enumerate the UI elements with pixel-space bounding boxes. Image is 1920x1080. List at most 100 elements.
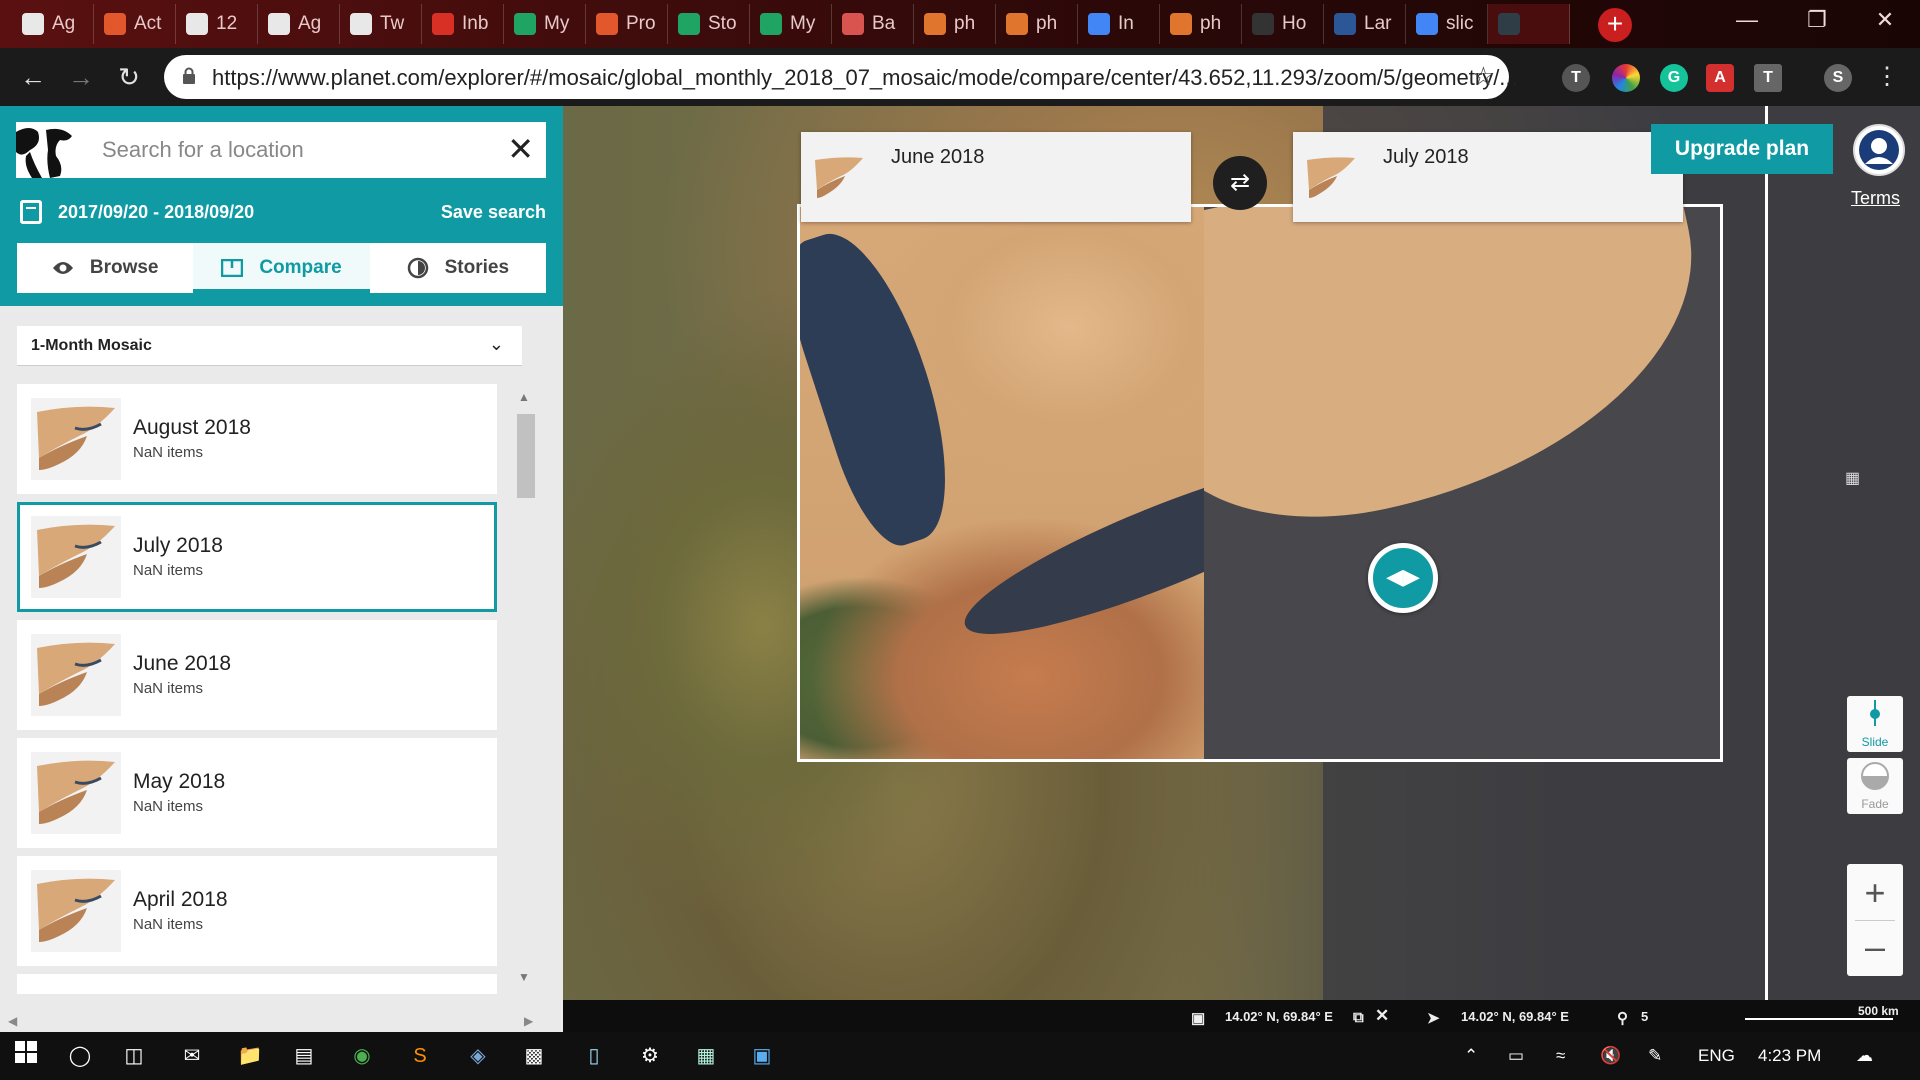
zoom-in-button[interactable]: +: [1847, 868, 1903, 918]
browser-tab[interactable]: slic: [1406, 4, 1488, 44]
mosaic-list-item[interactable]: May 2018 NaN items: [17, 738, 497, 848]
browser-tab[interactable]: Ba: [832, 4, 914, 44]
browser-tab[interactable]: My: [750, 4, 832, 44]
mosaic-list-item-partial[interactable]: [17, 974, 497, 994]
mosaic-list-item[interactable]: April 2018 NaN items: [17, 856, 497, 966]
calendar-icon[interactable]: [20, 200, 42, 224]
mute-icon[interactable]: 🔇: [1600, 1046, 1621, 1066]
browser-tab[interactable]: Ho: [1242, 4, 1324, 44]
browser-tab[interactable]: Sto: [668, 4, 750, 44]
control-panel-icon[interactable]: ▣: [746, 1040, 778, 1072]
slider-handle[interactable]: ◀▶: [1368, 543, 1438, 613]
red-sea: [800, 217, 975, 557]
scale-label: 500 km: [1858, 1004, 1899, 1018]
locate-area-icon[interactable]: ▣: [1191, 1009, 1205, 1027]
pdf-extension-icon[interactable]: A: [1706, 64, 1734, 92]
planet-logo[interactable]: [16, 122, 84, 178]
save-search-button[interactable]: Save search: [441, 202, 546, 223]
browser-tab[interactable]: ph: [1160, 4, 1242, 44]
file-explorer-icon[interactable]: 📁: [234, 1040, 266, 1072]
search-input[interactable]: [102, 134, 482, 166]
clock[interactable]: 4:23 PM: [1758, 1046, 1821, 1066]
map-view[interactable]: June 2018 July 2018 ⇄ Upgrade plan Terms…: [563, 106, 1920, 1032]
qr-code-icon[interactable]: ▦: [1845, 468, 1865, 488]
terms-link[interactable]: Terms: [1851, 188, 1900, 209]
copy-icon[interactable]: ⧉: [1353, 1009, 1364, 1026]
language-indicator[interactable]: ENG: [1698, 1046, 1735, 1066]
swap-icon[interactable]: ⇄: [1213, 156, 1267, 210]
browser-tab[interactable]: Lar: [1324, 4, 1406, 44]
list-scrollbar[interactable]: ▲ ▼: [514, 386, 536, 986]
search-circle-icon[interactable]: ◯: [64, 1040, 96, 1072]
mosaic-list-item[interactable]: August 2018 NaN items: [17, 384, 497, 494]
browser-tab[interactable]: Inb: [422, 4, 504, 44]
tab-stories[interactable]: Stories: [370, 243, 546, 293]
mail-icon[interactable]: ✉: [176, 1040, 208, 1072]
forward-icon[interactable]: →: [64, 60, 98, 94]
horizontal-scrollbar[interactable]: ◀ ▶: [0, 1012, 540, 1032]
close-window-button[interactable]: ✕: [1850, 0, 1920, 44]
profile-avatar[interactable]: S: [1824, 64, 1852, 92]
clear-search-icon[interactable]: ✕: [507, 132, 534, 166]
bookmark-star-icon[interactable]: ☆: [1472, 61, 1495, 92]
slide-mode-button[interactable]: Slide: [1847, 696, 1903, 752]
minimize-button[interactable]: —: [1712, 0, 1782, 44]
browser-tab[interactable]: 12: [176, 4, 258, 44]
notepad-icon[interactable]: ▯: [578, 1040, 610, 1072]
scroll-right-icon[interactable]: ▶: [524, 1014, 533, 1028]
left-mosaic-card[interactable]: June 2018: [801, 132, 1191, 222]
grammarly-extension-icon[interactable]: G: [1660, 64, 1688, 92]
windows-start-icon[interactable]: [10, 1040, 42, 1072]
location-arrow-icon[interactable]: ➤: [1427, 1009, 1440, 1027]
sublime-icon[interactable]: S: [404, 1040, 436, 1072]
chrome-taskbar-icon[interactable]: ◉: [346, 1040, 378, 1072]
zoom-out-button[interactable]: –: [1847, 922, 1903, 972]
extension-t-icon[interactable]: T: [1562, 64, 1590, 92]
browser-tab[interactable]: In: [1078, 4, 1160, 44]
address-bar[interactable]: https://www.planet.com/explorer/#/mosaic…: [164, 55, 1518, 99]
tab-compare[interactable]: Compare: [193, 243, 370, 293]
browser-tab[interactable]: Pro: [586, 4, 668, 44]
scroll-up-icon[interactable]: ▲: [518, 390, 530, 404]
browser-tab[interactable]: ph: [996, 4, 1078, 44]
tab-browse[interactable]: Browse: [17, 243, 193, 293]
scroll-left-icon[interactable]: ◀: [8, 1014, 17, 1028]
browser-tab[interactable]: ph: [914, 4, 996, 44]
browser-tab[interactable]: Ag: [12, 4, 94, 44]
settings-gear-icon[interactable]: ⚙: [634, 1040, 666, 1072]
fade-mode-button[interactable]: Fade: [1847, 758, 1903, 814]
task-view-icon[interactable]: ◫: [118, 1040, 150, 1072]
browser-tab[interactable]: Ag: [258, 4, 340, 44]
mosaic-list-item[interactable]: June 2018 NaN items: [17, 620, 497, 730]
browser-tab[interactable]: My: [504, 4, 586, 44]
browser-tab[interactable]: [1488, 4, 1570, 44]
mosaic-list-item[interactable]: July 2018 NaN items: [17, 502, 497, 612]
remote-desktop-icon[interactable]: ▤: [288, 1040, 320, 1072]
restore-button[interactable]: ❐: [1782, 0, 1852, 44]
back-icon[interactable]: ←: [16, 60, 50, 94]
scroll-down-icon[interactable]: ▼: [518, 970, 530, 984]
terminal-icon[interactable]: ▩: [518, 1040, 550, 1072]
date-range[interactable]: 2017/09/20 - 2018/09/20: [58, 202, 254, 223]
reload-icon[interactable]: ↻: [112, 60, 146, 94]
upgrade-plan-button[interactable]: Upgrade plan: [1651, 124, 1833, 174]
chrome-menu-icon[interactable]: ⋮: [1870, 60, 1904, 94]
browser-tab[interactable]: Act: [94, 4, 176, 44]
user-avatar[interactable]: [1853, 124, 1905, 176]
wifi-icon[interactable]: ≈: [1556, 1046, 1565, 1066]
pen-icon[interactable]: ✎: [1648, 1046, 1662, 1066]
browser-tab[interactable]: Tw: [340, 4, 422, 44]
tray-up-chevron-icon[interactable]: ⌃: [1464, 1046, 1478, 1066]
clipboard-extension-icon[interactable]: T: [1754, 64, 1782, 92]
database-icon[interactable]: ◈: [462, 1040, 494, 1072]
close-coords-icon[interactable]: ✕: [1375, 1006, 1389, 1026]
notifications-icon[interactable]: ☁: [1856, 1046, 1873, 1066]
slide-divider[interactable]: [1765, 106, 1768, 1032]
right-mosaic-card[interactable]: July 2018: [1293, 132, 1683, 222]
scrollbar-thumb[interactable]: [517, 414, 535, 498]
battery-icon[interactable]: ▭: [1508, 1046, 1524, 1066]
app-window-icon[interactable]: ▦: [690, 1040, 722, 1072]
new-tab-button[interactable]: +: [1598, 8, 1632, 42]
mosaic-type-select[interactable]: 1-Month Mosaic ⌄: [17, 326, 522, 366]
color-picker-extension-icon[interactable]: [1612, 64, 1640, 92]
